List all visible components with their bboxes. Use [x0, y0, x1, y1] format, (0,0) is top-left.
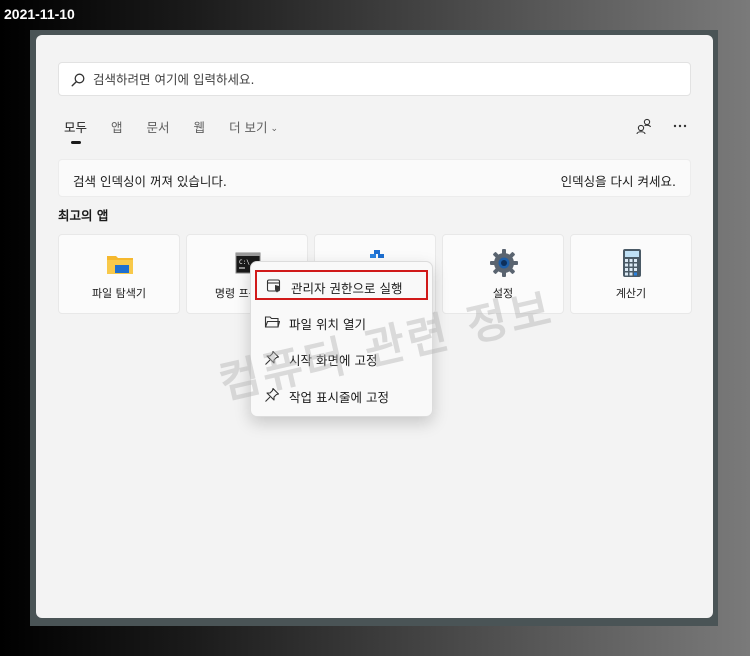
- admin-shield-icon: [266, 279, 281, 293]
- pin-icon: [265, 387, 280, 402]
- more-options-icon[interactable]: [669, 117, 691, 139]
- app-file-explorer[interactable]: 파일 탐색기: [58, 234, 180, 314]
- tab-apps[interactable]: 앱: [103, 119, 131, 143]
- date-stamp: 2021-11-10: [4, 6, 75, 22]
- run-as-admin-menu-item[interactable]: 관리자 권한으로 실행: [255, 270, 428, 300]
- search-input[interactable]: [93, 63, 673, 95]
- pin-to-start-menu-item[interactable]: 시작 화면에 고정: [255, 344, 428, 374]
- indexing-notice: 검색 인덱싱이 꺼져 있습니다. 인덱싱을 다시 켜세요.: [58, 159, 691, 197]
- menu-item-label: 작업 표시줄에 고정: [289, 390, 389, 405]
- search-icon: [71, 73, 85, 87]
- svg-text:C:\: C:\: [239, 259, 250, 266]
- tab-more[interactable]: 더 보기 ⌄: [221, 119, 286, 143]
- top-actions: [633, 117, 691, 139]
- folder-icon: [107, 256, 133, 274]
- open-folder-icon: [264, 316, 280, 328]
- gear-icon: [490, 249, 518, 277]
- enable-indexing-link[interactable]: 인덱싱을 다시 켜세요.: [561, 171, 676, 190]
- context-menu: 관리자 권한으로 실행 파일 위치 열기 시작 화면에 고정 작업 표시줄에 고…: [250, 261, 433, 417]
- search-box[interactable]: [58, 62, 691, 96]
- app-label: 계산기: [615, 287, 647, 300]
- app-label: 설정: [492, 287, 514, 300]
- tab-all[interactable]: 모두: [56, 119, 95, 144]
- tab-web[interactable]: 웹: [186, 119, 214, 143]
- calculator-icon: [623, 249, 641, 277]
- open-file-location-menu-item[interactable]: 파일 위치 열기: [255, 308, 428, 338]
- account-switch-icon[interactable]: [633, 117, 655, 139]
- menu-item-label: 시작 화면에 고정: [289, 353, 378, 368]
- app-settings[interactable]: 설정: [442, 234, 564, 314]
- menu-item-label: 관리자 권한으로 실행: [291, 281, 403, 296]
- chevron-down-icon: ⌄: [270, 124, 279, 134]
- notice-text: 검색 인덱싱이 꺼져 있습니다.: [73, 174, 227, 189]
- filter-tabs: 모두 앱 문서 웹 더 보기 ⌄: [56, 119, 294, 144]
- pin-icon: [265, 350, 280, 365]
- tab-documents[interactable]: 문서: [139, 119, 178, 143]
- app-calculator[interactable]: 계산기: [570, 234, 692, 314]
- app-label: 파일 탐색기: [91, 287, 147, 300]
- best-apps-title: 최고의 앱: [58, 208, 109, 223]
- menu-item-label: 파일 위치 열기: [289, 317, 366, 332]
- pin-to-taskbar-menu-item[interactable]: 작업 표시줄에 고정: [255, 381, 428, 411]
